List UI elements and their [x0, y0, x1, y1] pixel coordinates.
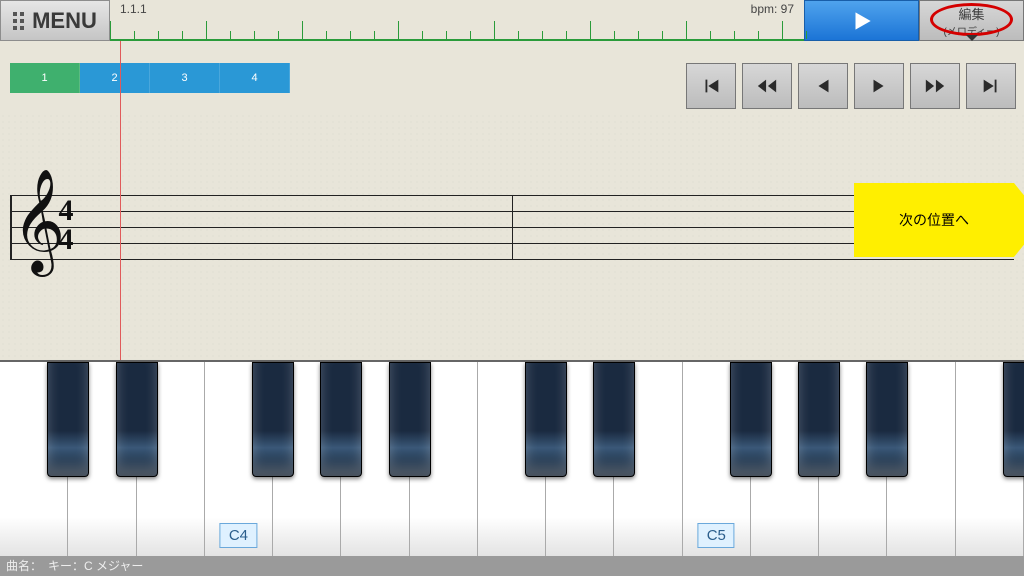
bar-segment[interactable]: 1 [10, 63, 80, 93]
bpm-label: bpm: 97 [751, 2, 794, 16]
fast-fwd-button[interactable] [910, 63, 960, 109]
black-key[interactable] [389, 362, 431, 477]
next-position-label: 次の位置へ [899, 210, 969, 230]
skip-start-button[interactable] [686, 63, 736, 109]
footer-text: 曲名： キー：C メジャー [6, 559, 143, 573]
position-label: 1.1.1 [120, 2, 147, 16]
black-key[interactable] [525, 362, 567, 477]
black-key[interactable] [1003, 362, 1024, 477]
time-signature: 4 4 [56, 197, 76, 254]
bar-segments: 1234 [10, 63, 290, 93]
bar-segment[interactable]: 3 [150, 63, 220, 93]
black-key[interactable] [320, 362, 362, 477]
timeline-ticks [110, 29, 804, 39]
black-key[interactable] [866, 362, 908, 477]
play-button[interactable] [804, 0, 919, 41]
skip-end-button[interactable] [966, 63, 1016, 109]
footer: 曲名： キー：C メジャー [0, 556, 1024, 576]
barline [512, 195, 513, 259]
timeline[interactable]: 1.1.1 bpm: 97 [110, 0, 804, 41]
rewind-button[interactable] [742, 63, 792, 109]
black-key[interactable] [730, 362, 772, 477]
skip-start-icon [700, 75, 722, 97]
black-key[interactable] [116, 362, 158, 477]
black-key[interactable] [47, 362, 89, 477]
edit-mode-button[interactable]: 編集 (メロディー) [919, 0, 1024, 41]
menu-icon [13, 12, 24, 30]
score-area: 𝄞 4 4 次の位置へ [0, 113, 1024, 360]
transport-controls [686, 63, 1016, 109]
bar-segment[interactable]: 2 [80, 63, 150, 93]
step-back-button[interactable] [798, 63, 848, 109]
black-key[interactable] [798, 362, 840, 477]
next-position-button[interactable]: 次の位置へ [854, 183, 1014, 257]
fast-fwd-icon [924, 75, 946, 97]
play-icon [849, 8, 875, 34]
step-back-icon [812, 75, 834, 97]
step-fwd-button[interactable] [854, 63, 904, 109]
skip-end-icon [980, 75, 1002, 97]
menu-button[interactable]: MENU [0, 0, 110, 41]
top-bar: MENU 1.1.1 bpm: 97 編集 (メロディー) [0, 0, 1024, 41]
black-keys [0, 362, 1024, 477]
edit-label: 編集 [958, 4, 984, 23]
playhead[interactable] [120, 41, 121, 360]
bar-segment[interactable]: 4 [220, 63, 290, 93]
step-fwd-icon [868, 75, 890, 97]
piano-keyboard [0, 360, 1024, 556]
bar-row: 1234 [0, 41, 1024, 113]
menu-label: MENU [32, 8, 97, 34]
rewind-icon [756, 75, 778, 97]
black-key[interactable] [252, 362, 294, 477]
black-key[interactable] [593, 362, 635, 477]
